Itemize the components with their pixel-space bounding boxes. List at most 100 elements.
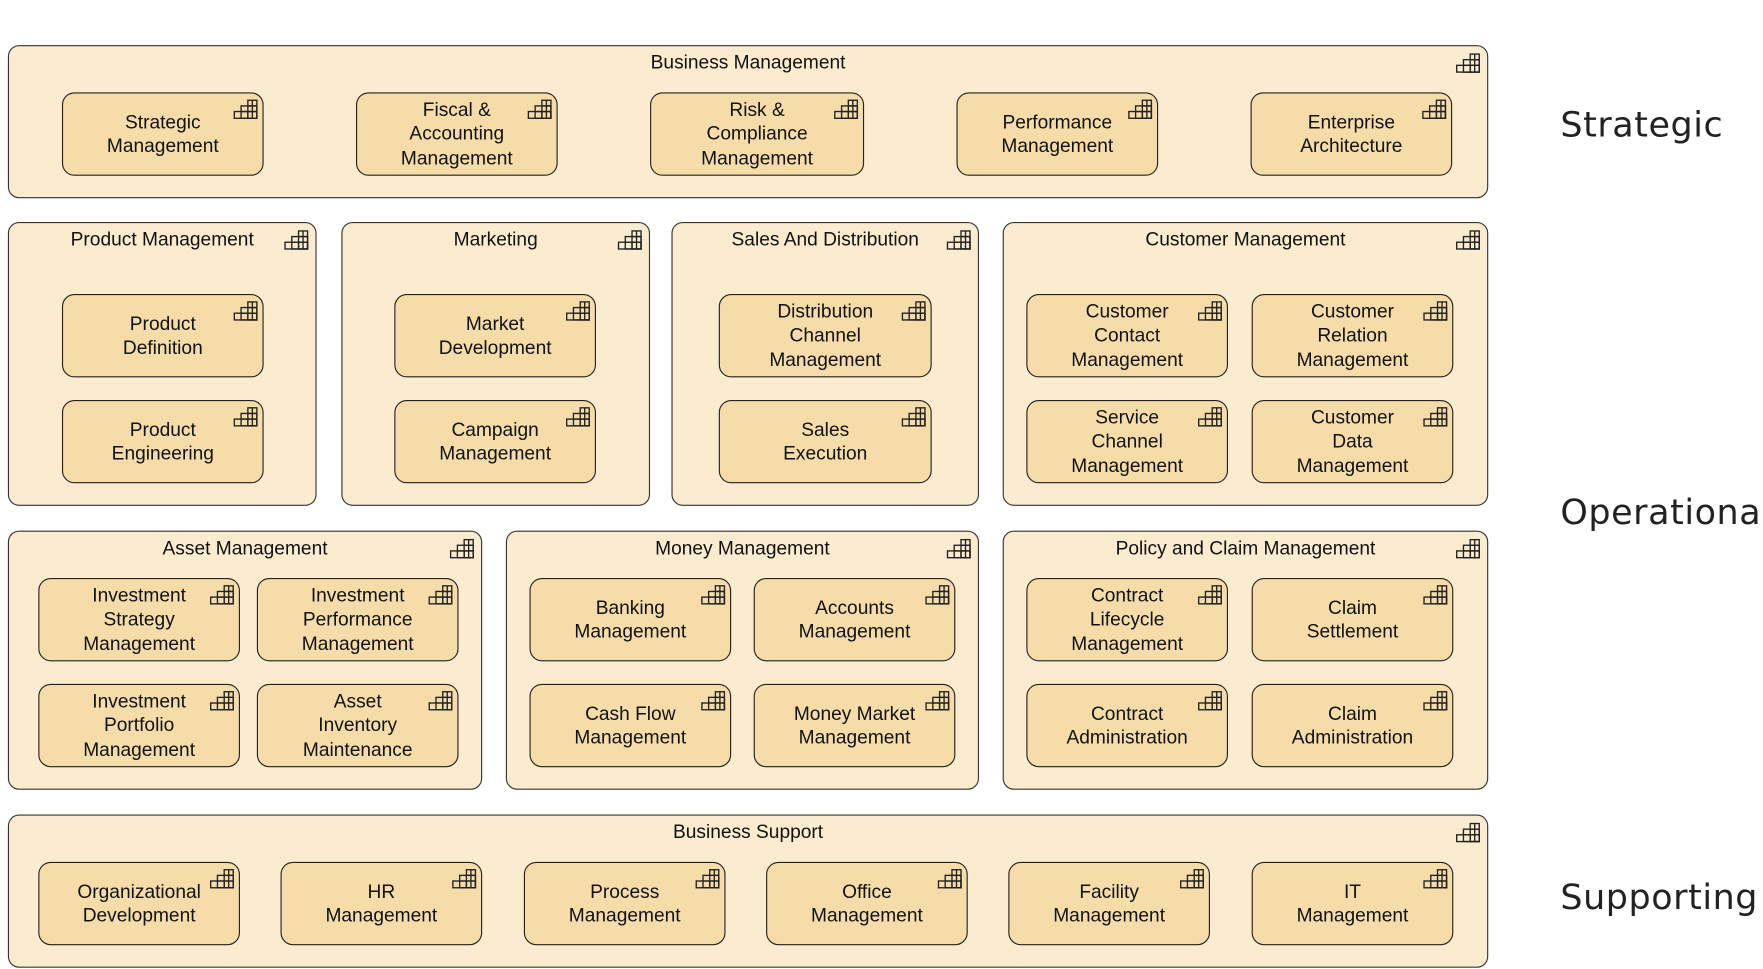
capability-investment-performance-management[interactable]: Investment Performance Management <box>256 577 459 662</box>
capability-icon <box>617 230 642 250</box>
layer-label-supporting: Supporting <box>1560 877 1759 919</box>
capability-label: Strategic Management <box>106 110 219 157</box>
capability-label: Claim Administration <box>1291 702 1414 749</box>
capability-label: Fiscal & Accounting Management <box>400 98 513 169</box>
capability-icon <box>1456 822 1481 843</box>
capability-icon <box>834 99 859 119</box>
capability-sales-execution[interactable]: Sales Execution <box>718 399 932 484</box>
capability-icon <box>209 691 235 711</box>
capability-icon <box>428 585 453 605</box>
capability-label: Performance Management <box>1001 110 1114 157</box>
capability-icon <box>1423 301 1448 321</box>
capability-contract-lifecycle-management[interactable]: Contract Lifecycle Management <box>1026 577 1228 662</box>
capability-claim-administration[interactable]: Claim Administration <box>1251 683 1454 768</box>
group-title: Business Management <box>650 51 846 74</box>
capability-icon <box>925 691 950 711</box>
capability-label: Risk & Compliance Management <box>701 98 813 169</box>
capability-label: Market Development <box>438 312 552 359</box>
capability-product-engineering[interactable]: Product Engineering <box>61 399 264 484</box>
capability-enterprise-architecture[interactable]: Enterprise Architecture <box>1250 92 1453 176</box>
capability-map: Business Management Strategic Management F… <box>0 0 1763 969</box>
capability-label: Office Management <box>811 880 923 927</box>
capability-claim-settlement[interactable]: Claim Settlement <box>1251 577 1454 662</box>
capability-icon <box>937 869 962 889</box>
capability-cash-flow-management[interactable]: Cash Flow Management <box>529 683 732 768</box>
capability-label: Distribution Channel Management <box>769 300 882 371</box>
group-title: Marketing <box>453 228 538 251</box>
group-title: Customer Management <box>1145 228 1346 251</box>
capability-icon <box>233 99 258 119</box>
capability-icon <box>1198 407 1223 427</box>
capability-performance-management[interactable]: Performance Management <box>956 92 1159 176</box>
capability-icon <box>527 99 552 119</box>
capability-icon <box>284 230 309 250</box>
capability-icon <box>452 869 477 889</box>
capability-label: Service Channel Management <box>1071 406 1184 477</box>
capability-customer-contact-management[interactable]: Customer Contact Management <box>1026 294 1228 378</box>
capability-distribution-channel-management[interactable]: Distribution Channel Management <box>718 294 932 378</box>
group-title: Product Management <box>70 228 254 251</box>
capability-icon <box>209 869 235 889</box>
capability-investment-strategy-management[interactable]: Investment Strategy Management <box>38 577 240 662</box>
capability-campaign-management[interactable]: Campaign Management <box>394 399 596 484</box>
capability-icon <box>1423 869 1448 889</box>
capability-label: Customer Data Management <box>1296 406 1409 477</box>
capability-icon <box>701 585 726 605</box>
capability-label: Asset Inventory Maintenance <box>302 690 413 761</box>
capability-label: Contract Lifecycle Management <box>1071 584 1184 655</box>
capability-accounts-management[interactable]: Accounts Management <box>753 577 956 662</box>
capability-market-development[interactable]: Market Development <box>394 294 596 378</box>
capability-product-definition[interactable]: Product Definition <box>61 294 264 378</box>
capability-fiscal-accounting-management[interactable]: Fiscal & Accounting Management <box>356 92 558 176</box>
capability-icon <box>1423 585 1448 605</box>
capability-icon <box>449 538 475 559</box>
capability-icon <box>1198 301 1223 321</box>
capability-label: Enterprise Architecture <box>1300 110 1403 157</box>
capability-label: Organizational Development <box>77 880 201 927</box>
capability-hr-management[interactable]: HR Management <box>280 861 483 946</box>
capability-investment-portfolio-management[interactable]: Investment Portfolio Management <box>38 683 240 768</box>
group-title: Policy and Claim Management <box>1115 537 1376 559</box>
capability-label: Product Definition <box>122 312 203 359</box>
group-title: Money Management <box>655 537 830 559</box>
capability-customer-data-management[interactable]: Customer Data Management <box>1251 399 1454 484</box>
capability-it-management[interactable]: IT Management <box>1251 861 1454 946</box>
capability-banking-management[interactable]: Banking Management <box>529 577 732 662</box>
capability-risk-compliance-management[interactable]: Risk & Compliance Management <box>650 92 865 176</box>
capability-icon <box>946 538 971 559</box>
capability-label: Investment Performance Management <box>301 584 414 655</box>
capability-label: Investment Portfolio Management <box>83 690 196 761</box>
capability-label: Accounts Management <box>798 596 911 643</box>
group-title: Asset Management <box>162 537 328 559</box>
capability-icon <box>1198 585 1223 605</box>
capability-label: IT Management <box>1296 880 1409 927</box>
capability-label: Sales Execution <box>783 418 868 465</box>
capability-office-management[interactable]: Office Management <box>766 861 968 946</box>
capability-money-market-management[interactable]: Money Market Management <box>753 683 956 768</box>
capability-process-management[interactable]: Process Management <box>523 861 726 946</box>
group-title: Sales And Distribution <box>731 228 919 251</box>
capability-icon <box>566 301 591 321</box>
capability-icon <box>1423 691 1448 711</box>
capability-strategic-management[interactable]: Strategic Management <box>61 92 264 176</box>
capability-label: Investment Strategy Management <box>83 584 196 655</box>
capability-icon <box>1456 53 1481 73</box>
capability-icon <box>428 691 453 711</box>
capability-icon <box>209 585 235 605</box>
capability-customer-relation-management[interactable]: Customer Relation Management <box>1251 294 1454 378</box>
capability-icon <box>701 691 726 711</box>
capability-label: Customer Contact Management <box>1071 300 1184 371</box>
capability-asset-inventory-maintenance[interactable]: Asset Inventory Maintenance <box>256 683 459 768</box>
capability-contract-administration[interactable]: Contract Administration <box>1026 683 1228 768</box>
capability-icon <box>946 230 971 250</box>
capability-icon <box>925 585 950 605</box>
capability-icon <box>1180 869 1205 889</box>
capability-facility-management[interactable]: Facility Management <box>1008 861 1210 946</box>
capability-label: Money Market Management <box>793 702 916 749</box>
capability-label: Product Engineering <box>111 418 214 465</box>
capability-label: HR Management <box>325 880 438 927</box>
capability-label: Contract Administration <box>1066 702 1188 749</box>
capability-organizational-development[interactable]: Organizational Development <box>38 861 240 946</box>
capability-label: Claim Settlement <box>1306 596 1399 643</box>
capability-service-channel-management[interactable]: Service Channel Management <box>1026 399 1228 484</box>
